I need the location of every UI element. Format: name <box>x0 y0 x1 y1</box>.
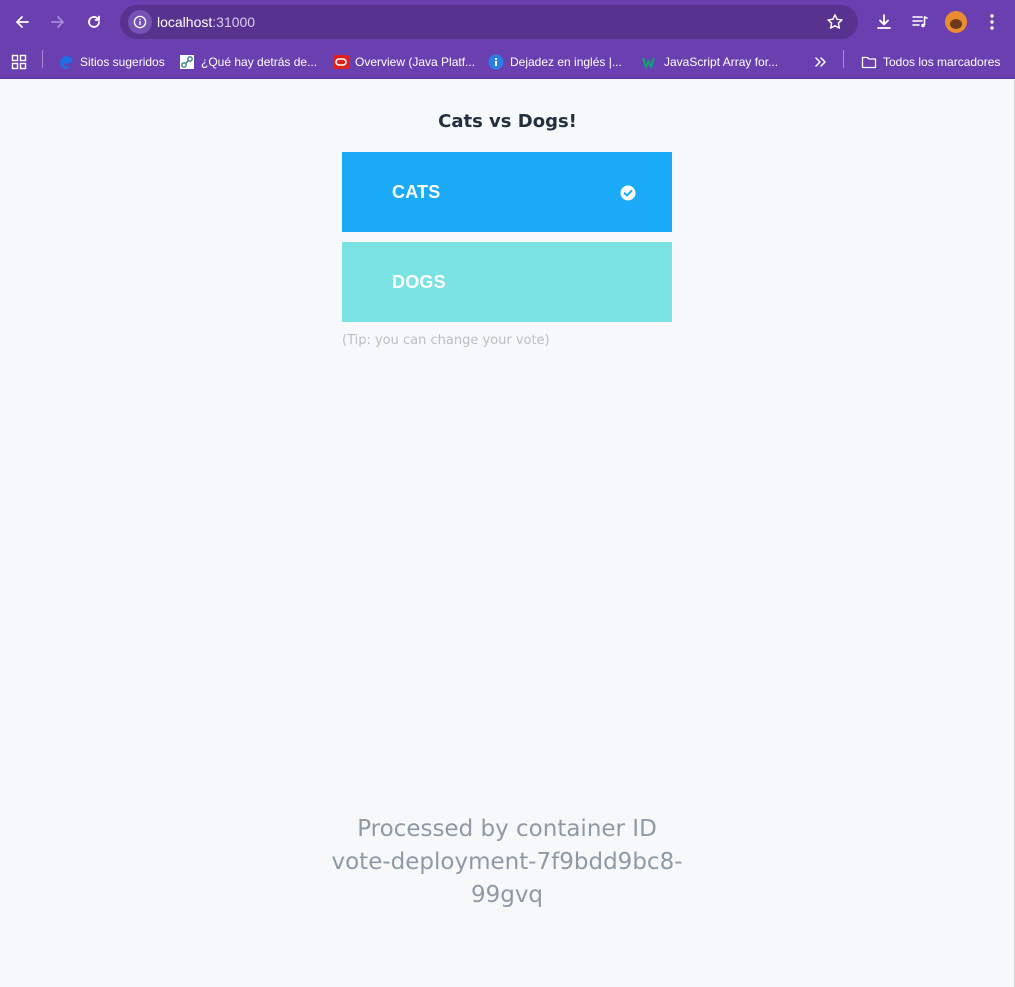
arrow-right-icon <box>51 16 64 28</box>
tip-text: (Tip: you can change your vote) <box>342 333 550 348</box>
kebab-menu-icon <box>990 14 994 30</box>
vote-option-cats[interactable]: CATS <box>342 152 672 232</box>
bookmark-label: Dejadez en inglés |... <box>510 55 622 69</box>
container-id-footer: Processed by container ID vote-deploymen… <box>330 813 684 912</box>
w3-favicon-icon <box>642 54 658 70</box>
download-icon <box>877 14 891 29</box>
bookmark-javascript-array[interactable]: JavaScript Array for... <box>642 51 778 73</box>
double-chevron-right-icon <box>815 57 826 67</box>
vote-option-label: DOGS <box>392 272 446 292</box>
all-bookmarks-label: Todos los marcadores <box>883 55 1001 69</box>
oracle-favicon-icon <box>333 54 349 70</box>
profile-avatar[interactable] <box>945 11 967 33</box>
diagram-favicon-icon <box>179 54 195 70</box>
site-info-icon[interactable] <box>128 10 152 34</box>
folder-icon <box>861 54 877 70</box>
url-host: localhost <box>157 14 213 30</box>
reload-icon <box>88 15 100 28</box>
forward-button[interactable] <box>44 8 72 36</box>
page-content: Cats vs Dogs! CATS DOGS (Tip: you can ch… <box>0 80 1015 987</box>
download-button[interactable] <box>870 8 898 36</box>
bookmark-label: JavaScript Array for... <box>664 55 779 69</box>
info-favicon-icon <box>488 54 504 70</box>
vote-option-label: CATS <box>392 182 441 202</box>
bookmark-dejadez[interactable]: Dejadez en inglés |... <box>488 51 622 73</box>
reload-button[interactable] <box>80 8 108 36</box>
browser-menu-button[interactable] <box>978 8 1006 36</box>
edge-favicon-icon <box>58 54 74 70</box>
vote-option-dogs[interactable]: DOGS <box>342 242 672 322</box>
bookmark-star-icon[interactable] <box>826 13 844 36</box>
bookmark-label: Sitios sugeridos <box>80 55 165 69</box>
bookmark-label: ¿Qué hay detrás de... <box>201 55 318 69</box>
bookmarks-divider <box>42 50 43 68</box>
url-text[interactable]: localhost:31000 <box>157 14 255 30</box>
more-bookmarks-button[interactable] <box>812 51 828 73</box>
url-port: :31000 <box>212 14 256 30</box>
all-bookmarks-folder[interactable]: Todos los marcadores <box>861 51 1000 73</box>
apps-button[interactable] <box>11 51 27 73</box>
media-control-button[interactable] <box>906 8 934 36</box>
bookmark-que-hay-detras[interactable]: ¿Qué hay detrás de... <box>179 51 317 73</box>
avatar-image <box>950 19 962 29</box>
bookmark-label: Overview (Java Platf... <box>355 55 476 69</box>
bookmarks-divider <box>843 50 844 68</box>
apps-grid-icon <box>11 54 27 70</box>
browser-toolbar: localhost:31000 <box>0 0 1015 44</box>
container-id: vote-deployment-7f9bdd9bc8- <box>331 849 683 875</box>
bookmark-sitios-sugeridos[interactable]: Sitios sugeridos <box>58 51 165 73</box>
back-button[interactable] <box>8 8 36 36</box>
page-title: Cats vs Dogs! <box>438 111 577 132</box>
bookmark-java-overview[interactable]: Overview (Java Platf... <box>333 51 475 73</box>
address-bar[interactable]: localhost:31000 <box>120 5 858 39</box>
playlist-music-icon <box>912 16 928 28</box>
arrow-left-icon <box>16 16 29 28</box>
check-circle-icon <box>620 185 636 201</box>
container-id-suffix: 99gvq <box>470 882 544 908</box>
footer-line: Processed by container ID <box>357 816 657 842</box>
